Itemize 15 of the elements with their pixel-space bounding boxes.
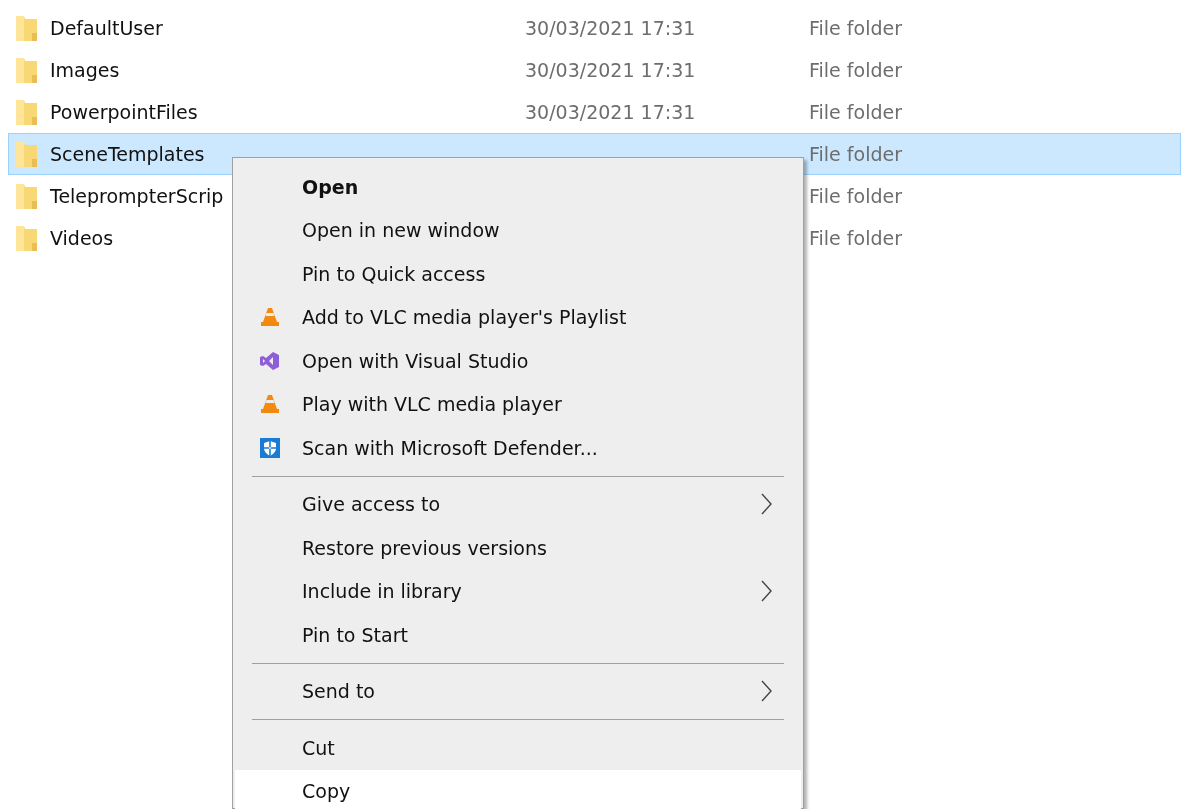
file-name: Images [50,59,120,81]
file-date: 30/03/2021 17:31 [525,59,696,81]
file-name: TeleprompterScrip [50,185,224,207]
file-type: File folder [809,143,902,165]
file-date: 30/03/2021 17:31 [525,17,696,39]
file-name: PowerpointFiles [50,101,198,123]
file-type: File folder [809,59,902,81]
file-type: File folder [809,185,902,207]
file-name: DefaultUser [50,17,163,39]
file-type: File folder [809,101,902,123]
file-name: SceneTemplates [50,143,205,165]
file-name: Videos [50,227,114,249]
file-type: File folder [809,17,902,39]
file-type: File folder [809,227,902,249]
file-date: 30/03/2021 17:31 [525,101,696,123]
